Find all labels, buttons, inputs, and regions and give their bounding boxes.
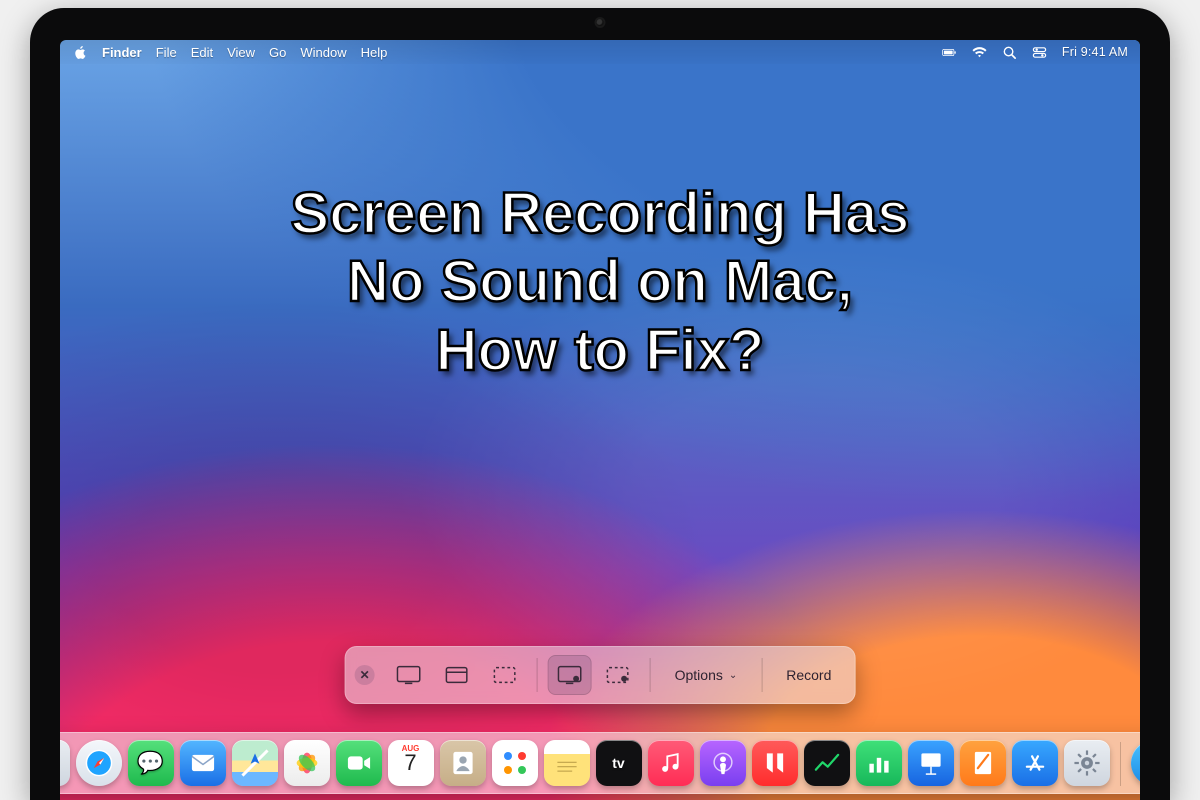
reminders-glyph-icon xyxy=(504,752,526,774)
screenshot-toolbar: ✕ Options xyxy=(345,646,856,704)
dock-appstore-icon[interactable] xyxy=(1012,740,1058,786)
apple-menu-icon[interactable] xyxy=(72,44,88,60)
camera-notch xyxy=(597,19,604,26)
dock-safari-icon[interactable] xyxy=(76,740,122,786)
dock-messages-icon[interactable]: 💬 xyxy=(128,740,174,786)
dock-maps-icon[interactable] xyxy=(232,740,278,786)
dock-tv-icon[interactable]: tv xyxy=(596,740,642,786)
toolbar-separator xyxy=(650,658,651,692)
screenshot-options-button[interactable]: Options ⌄ xyxy=(661,655,752,695)
menu-edit[interactable]: Edit xyxy=(191,45,213,60)
dock-container: 💬 AUG 7 xyxy=(60,732,1140,794)
article-title-overlay: Screen Recording Has No Sound on Mac, Ho… xyxy=(60,180,1140,385)
menu-window[interactable]: Window xyxy=(300,45,346,60)
menu-view[interactable]: View xyxy=(227,45,255,60)
dock-notes-icon[interactable] xyxy=(544,740,590,786)
tv-glyph-icon: tv xyxy=(612,755,624,771)
menubar-clock[interactable]: Fri 9:41 AM xyxy=(1062,45,1128,59)
capture-selected-portion-button[interactable] xyxy=(483,655,527,695)
dock-mail-icon[interactable] xyxy=(180,740,226,786)
wifi-status-icon[interactable] xyxy=(972,44,988,60)
dock-calendar-icon[interactable]: AUG 7 xyxy=(388,740,434,786)
dock-system-preferences-icon[interactable] xyxy=(1064,740,1110,786)
toolbar-separator xyxy=(761,658,762,692)
dock-podcasts-icon[interactable] xyxy=(700,740,746,786)
menu-go[interactable]: Go xyxy=(269,45,286,60)
spotlight-search-icon[interactable] xyxy=(1002,44,1018,60)
desktop-screen: Finder File Edit View Go Window Help xyxy=(60,40,1140,800)
laptop-bezel: Finder File Edit View Go Window Help xyxy=(30,8,1170,800)
calendar-day-label: 7 xyxy=(404,750,416,776)
active-app-name[interactable]: Finder xyxy=(102,45,142,60)
calendar-month-label: AUG xyxy=(388,744,434,753)
control-center-icon[interactable] xyxy=(1032,44,1048,60)
dock-numbers-icon[interactable] xyxy=(856,740,902,786)
dock-launchpad-icon[interactable] xyxy=(60,740,70,786)
dock-separator xyxy=(1120,742,1121,786)
dock-pages-icon[interactable] xyxy=(960,740,1006,786)
dock-facetime-icon[interactable] xyxy=(336,740,382,786)
dock-music-icon[interactable] xyxy=(648,740,694,786)
dock-contacts-icon[interactable] xyxy=(440,740,486,786)
speech-bubble-icon: 💬 xyxy=(137,750,164,776)
dock-downloads-icon[interactable] xyxy=(1131,740,1141,786)
battery-status-icon[interactable] xyxy=(942,44,958,60)
chevron-down-icon: ⌄ xyxy=(729,670,737,681)
screenshot-close-button[interactable]: ✕ xyxy=(355,665,375,685)
record-selected-portion-button[interactable] xyxy=(596,655,640,695)
menu-help[interactable]: Help xyxy=(361,45,388,60)
dock-keynote-icon[interactable] xyxy=(908,740,954,786)
toolbar-separator xyxy=(537,658,538,692)
laptop-frame: Finder File Edit View Go Window Help xyxy=(0,0,1200,800)
record-label: Record xyxy=(786,667,831,683)
menu-bar: Finder File Edit View Go Window Help xyxy=(60,40,1140,64)
dock-photos-icon[interactable] xyxy=(284,740,330,786)
dock: 💬 AUG 7 xyxy=(60,732,1140,794)
screenshot-record-button[interactable]: Record xyxy=(772,655,845,695)
record-entire-screen-button[interactable] xyxy=(548,655,592,695)
capture-selected-window-button[interactable] xyxy=(435,655,479,695)
menu-file[interactable]: File xyxy=(156,45,177,60)
capture-entire-screen-button[interactable] xyxy=(387,655,431,695)
options-label: Options xyxy=(675,667,723,683)
dock-reminders-icon[interactable] xyxy=(492,740,538,786)
dock-stocks-icon[interactable] xyxy=(804,740,850,786)
dock-news-icon[interactable] xyxy=(752,740,798,786)
